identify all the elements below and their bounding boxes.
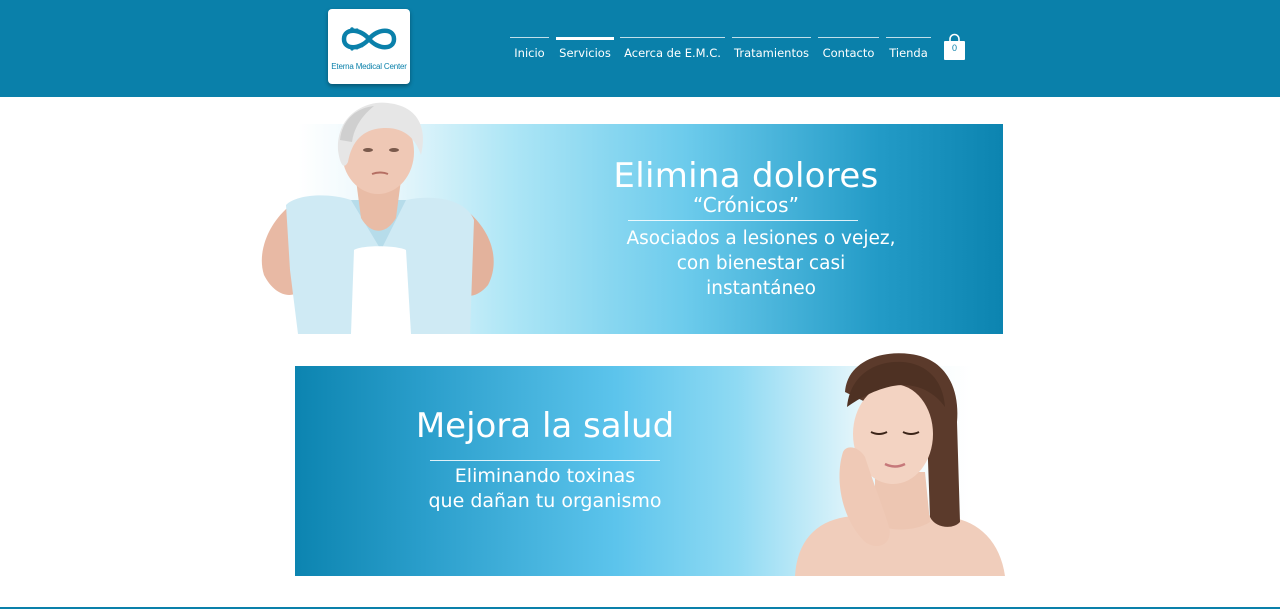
banner-description: Asociados a lesiones o vejez, con bienes…	[596, 226, 926, 301]
nav-item-inicio[interactable]: Inicio	[510, 37, 549, 63]
banner-title: Elimina dolores	[613, 156, 879, 196]
infinity-logo-icon	[341, 27, 397, 51]
banner-subtitle: “Crónicos”	[693, 193, 799, 217]
banner-description-line: Asociados a lesiones o vejez,	[626, 228, 896, 249]
banner-description: Eliminando toxinas que dañan tu organism…	[395, 464, 695, 514]
elderly-woman-photo	[261, 102, 494, 334]
logo-text: Eterna Medical Center	[331, 62, 407, 71]
logo[interactable]: Eterna Medical Center	[328, 9, 410, 84]
nav-item-tratamientos[interactable]: Tratamientos	[732, 37, 811, 63]
cart-button[interactable]: 0	[943, 33, 966, 61]
banner-title: Mejora la salud	[415, 406, 675, 446]
banner-divider	[628, 220, 858, 221]
banner-description-line: con bienestar casi	[676, 253, 846, 274]
nav-item-tienda[interactable]: Tienda	[886, 37, 931, 63]
woman-skincare-photo	[795, 353, 1005, 576]
site-header: Eterna Medical Center Inicio Servicios A…	[0, 0, 1280, 97]
banner-description-line: que dañan tu organismo	[428, 490, 662, 512]
nav-item-servicios[interactable]: Servicios	[556, 37, 614, 63]
banner-divider	[430, 460, 660, 461]
nav-item-contacto[interactable]: Contacto	[818, 37, 879, 63]
banner-description-line: instantáneo	[706, 278, 816, 299]
cart-count: 0	[951, 43, 957, 53]
banner-description-line: Eliminando toxinas	[454, 465, 636, 487]
nav-item-acerca[interactable]: Acerca de E.M.C.	[620, 37, 725, 63]
